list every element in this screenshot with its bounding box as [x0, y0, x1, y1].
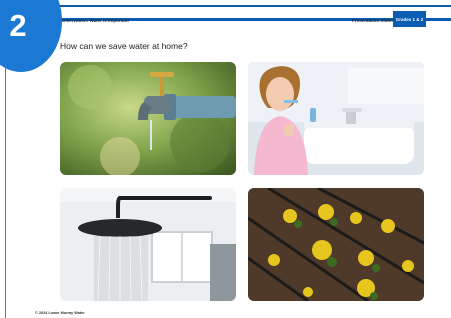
header-accent-line: [30, 5, 451, 7]
slide: Conservation: Water is Important Present…: [0, 0, 451, 318]
slide-question: How can we save water at home?: [60, 41, 188, 51]
slide-type-label: Presentation Slides: [352, 18, 394, 23]
irrigation-image: [248, 188, 424, 301]
photo-dripping-faucet: [60, 62, 236, 175]
grade-badge: Grades 1 & 2: [393, 11, 426, 27]
topic-title: Conservation: Water is Important: [58, 18, 129, 23]
faucet-image: [60, 62, 236, 175]
footer-copyright: © 2024 Lower Murray Water: [35, 311, 85, 315]
brushing-teeth-image: [248, 62, 424, 175]
photo-shower-head: [60, 188, 236, 301]
photo-girl-brushing-teeth: [248, 62, 424, 175]
left-margin-rule: [5, 60, 6, 318]
photo-garden-irrigation: [248, 188, 424, 301]
slide-number: 2: [9, 8, 27, 43]
shower-image: [60, 188, 236, 301]
